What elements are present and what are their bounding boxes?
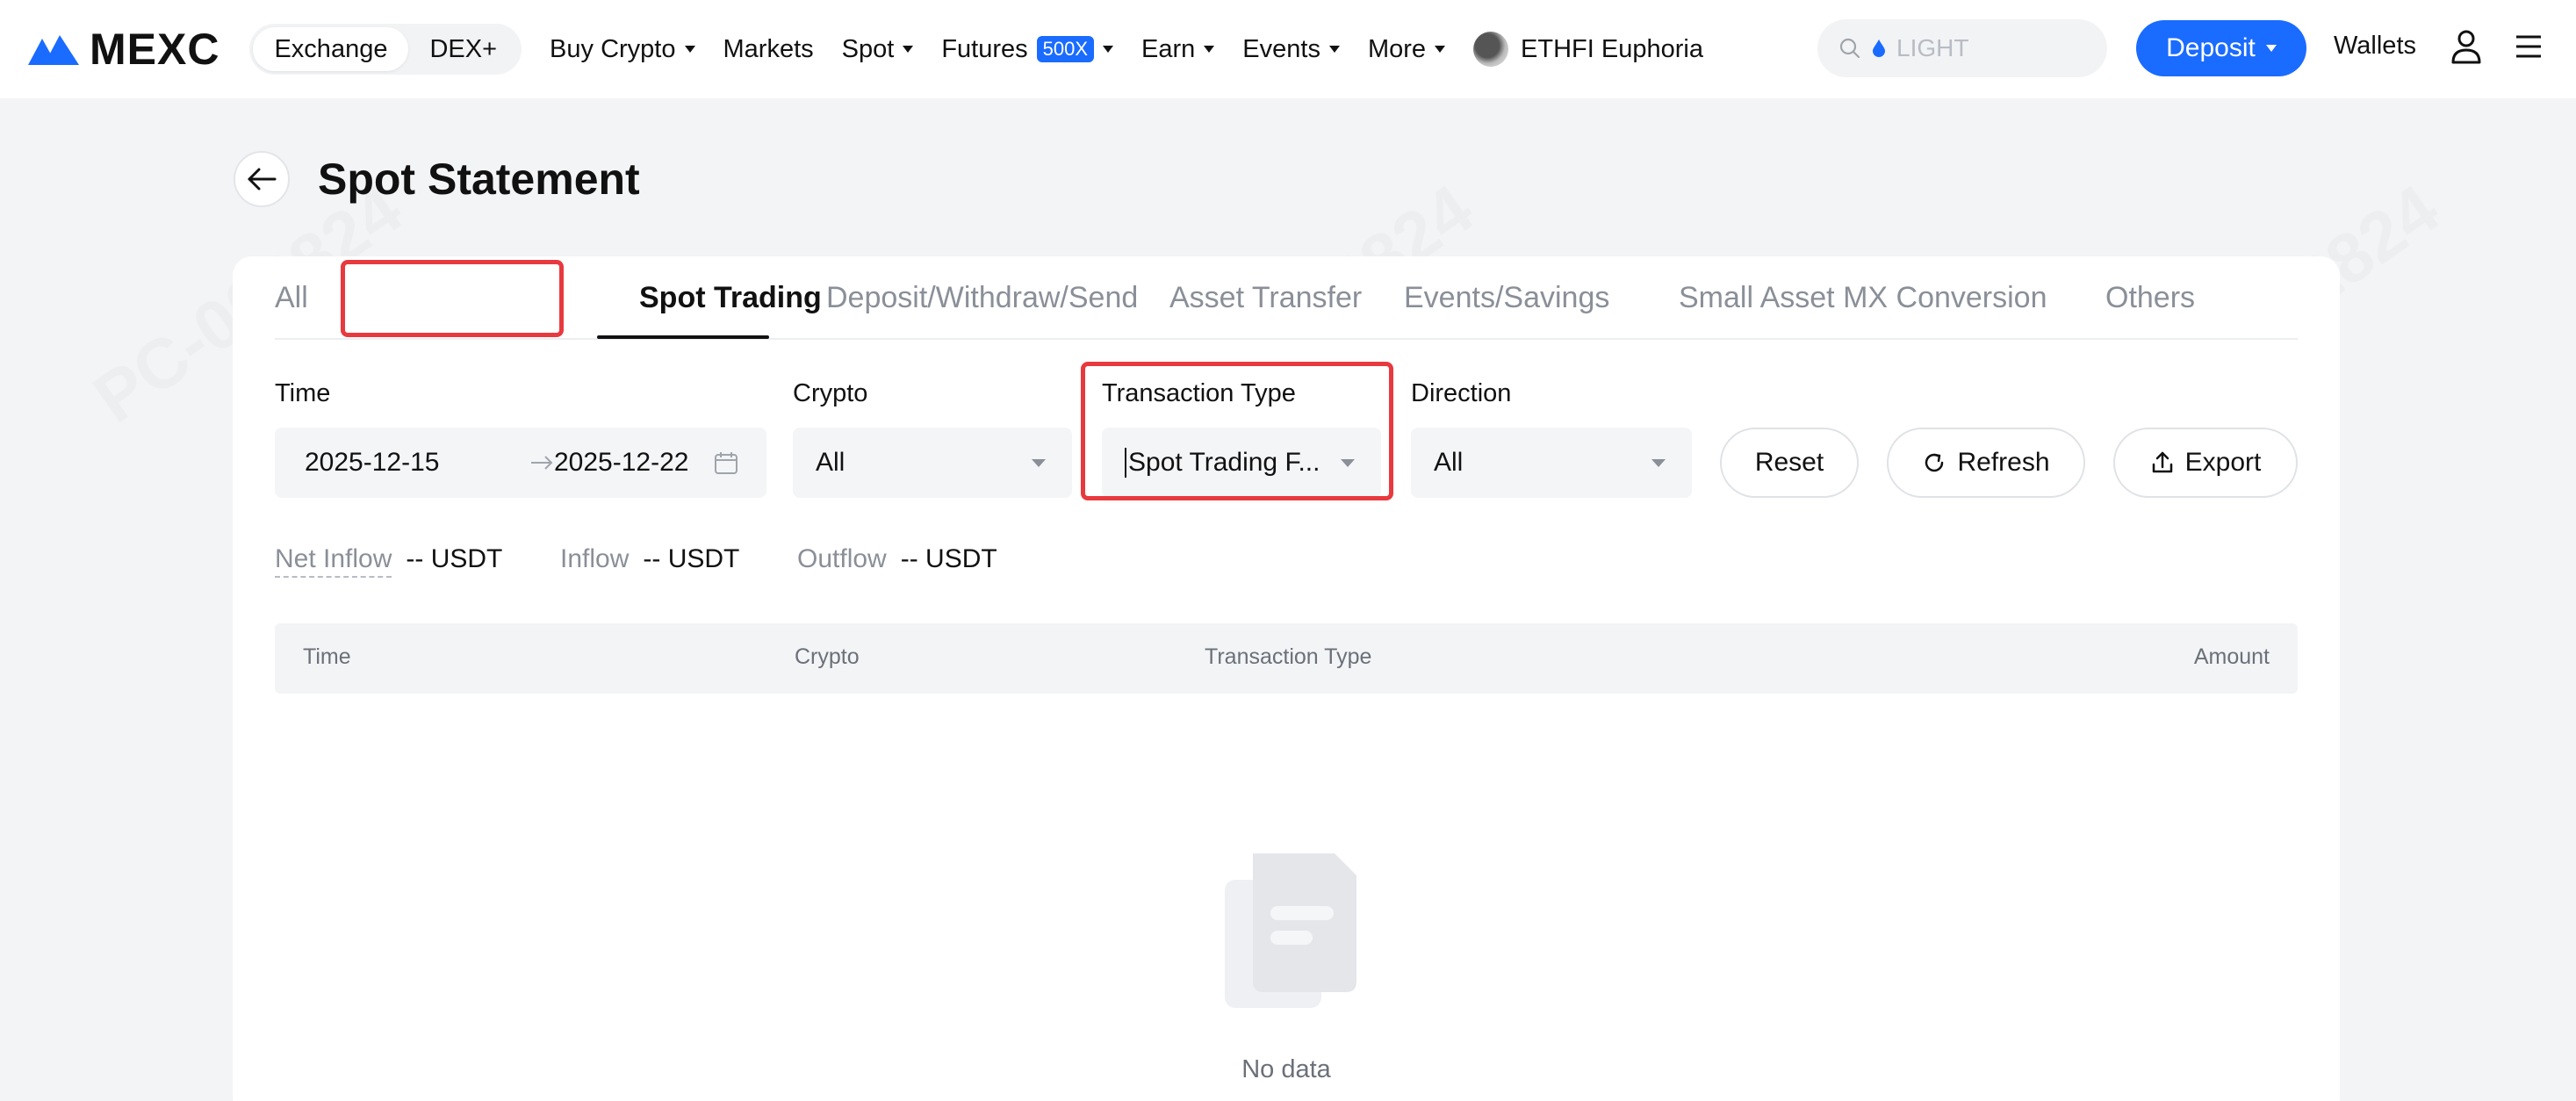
caret-down-icon xyxy=(2265,45,2277,52)
nav-markets[interactable]: Markets xyxy=(723,35,814,64)
column-header-time: Time xyxy=(303,644,351,669)
caret-down-icon xyxy=(1651,459,1666,467)
deposit-label: Deposit xyxy=(2166,33,2256,62)
arrow-right-icon xyxy=(531,456,553,470)
back-button[interactable] xyxy=(234,151,290,207)
highlight-box-transaction-type xyxy=(1081,362,1393,500)
inflow-label: Inflow xyxy=(560,544,630,573)
nav-spot[interactable]: Spot xyxy=(842,35,914,64)
inflow-stat: Inflow -- USDT xyxy=(560,544,739,574)
export-label: Export xyxy=(2184,448,2262,477)
mexc-logo-icon xyxy=(28,35,79,65)
caret-down-icon xyxy=(1328,46,1340,53)
deposit-button[interactable]: Deposit xyxy=(2136,20,2306,76)
tab-small-asset-conversion[interactable]: Small Asset MX Conversion xyxy=(1679,281,2047,315)
refresh-button[interactable]: Refresh xyxy=(1887,428,2085,498)
search-icon xyxy=(1839,38,1860,59)
empty-document-icon xyxy=(1225,853,1356,1008)
outflow-value: -- USDT xyxy=(900,544,997,573)
page-title: Spot Statement xyxy=(318,155,640,204)
caret-down-icon xyxy=(684,46,695,53)
exchange-dex-toggle: Exchange DEX+ xyxy=(249,24,522,75)
drop-icon xyxy=(1873,40,1885,57)
search-placeholder: LIGHT xyxy=(1896,34,1969,61)
crypto-select[interactable]: All xyxy=(793,428,1072,498)
promo-planet-icon xyxy=(1473,32,1509,67)
caret-down-icon xyxy=(903,46,914,53)
crypto-select-value: All xyxy=(816,448,845,477)
nav-futures-label: Futures xyxy=(941,34,1028,63)
tab-deposit-withdraw-send[interactable]: Deposit/Withdraw/Send xyxy=(826,281,1138,315)
net-inflow-value: -- USDT xyxy=(406,544,503,573)
nav-earn-label: Earn xyxy=(1141,34,1196,63)
nav-buy-crypto[interactable]: Buy Crypto xyxy=(550,34,695,64)
column-header-crypto: Crypto xyxy=(795,644,860,669)
toggle-exchange[interactable]: Exchange xyxy=(253,27,409,71)
tab-all[interactable]: All xyxy=(275,281,308,315)
main-nav: Buy Crypto Markets Spot Futures 500X Earn… xyxy=(550,32,1703,67)
arrow-left-icon xyxy=(248,168,277,191)
nav-events[interactable]: Events xyxy=(1242,35,1340,64)
direction-select[interactable]: All xyxy=(1411,428,1692,498)
nav-futures[interactable]: Futures 500X xyxy=(941,34,1114,64)
futures-leverage-badge: 500X xyxy=(1036,36,1095,62)
highlight-box-tab xyxy=(341,260,564,337)
net-inflow-label[interactable]: Net Inflow xyxy=(275,544,392,578)
active-tab-indicator xyxy=(597,335,769,339)
nav-more[interactable]: More xyxy=(1367,34,1446,64)
end-date[interactable]: 2025-12-22 xyxy=(554,448,688,478)
caret-down-icon xyxy=(1204,46,1215,53)
net-inflow-stat: Net Inflow -- USDT xyxy=(275,544,502,578)
hamburger-menu-icon[interactable] xyxy=(2515,33,2543,60)
calendar-icon[interactable] xyxy=(714,450,738,475)
export-icon xyxy=(2152,451,2172,473)
user-icon[interactable] xyxy=(2450,29,2482,64)
date-range-picker[interactable]: 2025-12-15 2025-12-22 xyxy=(275,428,766,498)
tab-others[interactable]: Others xyxy=(2105,281,2195,315)
empty-state-text: No data xyxy=(1241,1055,1331,1083)
nav-promo[interactable]: ETHFI Euphoria xyxy=(1473,32,1703,67)
tab-asset-transfer[interactable]: Asset Transfer xyxy=(1169,281,1362,315)
nav-buy-crypto-label: Buy Crypto xyxy=(550,34,676,63)
brand-name: MEXC xyxy=(90,25,220,74)
crypto-filter-label: Crypto xyxy=(793,379,868,407)
start-date[interactable]: 2025-12-15 xyxy=(305,448,439,478)
nav-more-label: More xyxy=(1367,34,1427,63)
inflow-value: -- USDT xyxy=(643,544,740,573)
nav-promo-label: ETHFI Euphoria xyxy=(1521,34,1703,63)
column-header-transaction-type: Transaction Type xyxy=(1205,644,1372,669)
toggle-dex[interactable]: DEX+ xyxy=(408,27,518,71)
refresh-label: Refresh xyxy=(1957,448,2050,477)
nav-spot-label: Spot xyxy=(841,34,895,63)
reset-button[interactable]: Reset xyxy=(1720,428,1859,498)
caret-down-icon xyxy=(1032,459,1046,467)
reset-label: Reset xyxy=(1754,448,1824,477)
direction-filter-label: Direction xyxy=(1411,379,1512,407)
column-header-amount: Amount xyxy=(2193,644,2270,669)
direction-select-value: All xyxy=(1434,448,1464,477)
tab-spot-trading[interactable]: Spot Trading xyxy=(639,281,822,315)
statement-tabs: All Spot Trading Deposit/Withdraw/Send A… xyxy=(275,256,2298,340)
search-input[interactable]: LIGHT xyxy=(1817,19,2107,77)
outflow-stat: Outflow -- USDT xyxy=(797,544,997,574)
nav-markets-label: Markets xyxy=(723,34,814,63)
table-header: Time Crypto Transaction Type Amount xyxy=(275,623,2298,694)
wallets-link[interactable]: Wallets xyxy=(2334,32,2416,61)
nav-earn[interactable]: Earn xyxy=(1141,34,1215,64)
caret-down-icon xyxy=(1103,46,1114,53)
time-filter-label: Time xyxy=(275,379,331,407)
caret-down-icon xyxy=(1435,46,1446,53)
nav-events-label: Events xyxy=(1242,34,1320,63)
statement-card: All Spot Trading Deposit/Withdraw/Send A… xyxy=(233,256,2340,1101)
tab-events-savings[interactable]: Events/Savings xyxy=(1404,281,1609,315)
refresh-icon xyxy=(1925,453,1944,472)
export-button[interactable]: Export xyxy=(2113,428,2298,498)
brand-logo[interactable]: MEXC xyxy=(26,24,219,75)
outflow-label: Outflow xyxy=(797,544,887,573)
